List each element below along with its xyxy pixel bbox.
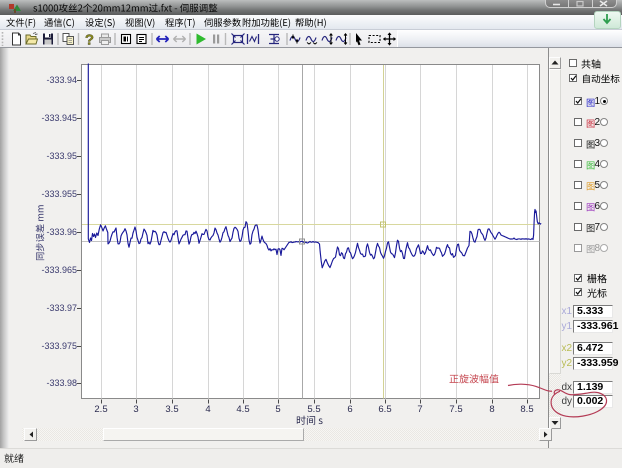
svg-text:?: ? — [85, 32, 94, 49]
